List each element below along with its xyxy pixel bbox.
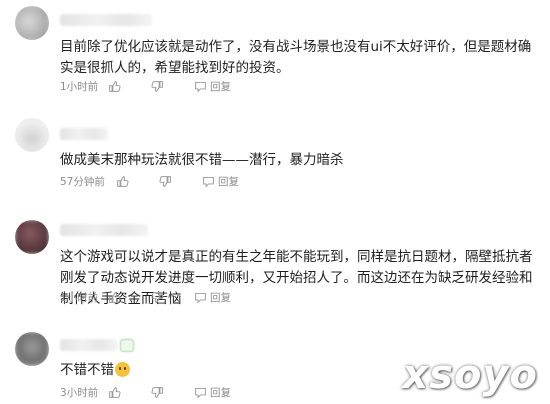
dislike-icon[interactable] <box>151 291 164 304</box>
reply-icon <box>194 291 207 304</box>
comment-meta: 1小时前 回复 <box>60 79 231 93</box>
comment-meta: 57分钟前 回复 <box>60 174 239 188</box>
comment-text: 目前除了优化应该就是动作了，没有战斗场景也没有ui不太好评价，但是题材确实是很抓… <box>60 39 532 76</box>
comment-text: 做成美末那种玩法就很不错——潜行，暴力暗杀 <box>60 152 344 168</box>
reply-label: 回复 <box>210 291 231 304</box>
reply-icon <box>202 175 215 188</box>
comment-item: 目前除了优化应该就是动作了，没有战斗场景也没有ui不太好评价，但是题材确实是很抓… <box>0 0 550 100</box>
dislike-icon[interactable] <box>159 175 172 188</box>
reply-button[interactable]: 回复 <box>194 385 231 400</box>
comment-text: 不错不错 <box>60 362 114 378</box>
like-icon[interactable] <box>116 175 129 188</box>
username-blurred[interactable] <box>60 14 152 26</box>
comment-time: 1小时前 <box>60 80 99 93</box>
username-blurred[interactable] <box>60 128 108 140</box>
comment-time: 1小时前 <box>60 291 99 304</box>
reply-icon <box>194 386 207 399</box>
avatar[interactable] <box>15 220 49 254</box>
watermark: xsoyo <box>402 352 538 398</box>
reply-label: 回复 <box>210 386 231 399</box>
avatar[interactable] <box>15 6 49 40</box>
comment-meta: 1小时前 回复 <box>60 290 231 304</box>
comment-time: 57分钟前 <box>60 175 105 188</box>
reply-button[interactable]: 回复 <box>194 290 231 305</box>
comment-item: 做成美末那种玩法就很不错——潜行，暴力暗杀 57分钟前 回复 <box>0 100 550 200</box>
username-blurred[interactable] <box>60 224 148 236</box>
dislike-icon[interactable] <box>151 80 164 93</box>
comment-meta: 3小时前 回复 <box>60 385 231 399</box>
comment-item: 这个游戏可以说才是真正的有生之年能不能玩到，同样是抗日题材，隔壁抵抗者刚发了动态… <box>0 200 550 312</box>
comment-time: 3小时前 <box>60 386 99 399</box>
avatar[interactable] <box>15 118 49 152</box>
reply-button[interactable]: 回复 <box>202 174 239 189</box>
username-blurred[interactable] <box>60 339 118 351</box>
grimace-emoji-icon <box>115 362 130 377</box>
reply-icon <box>194 80 207 93</box>
reply-button[interactable]: 回复 <box>194 79 231 94</box>
reply-label: 回复 <box>210 80 231 93</box>
like-icon[interactable] <box>108 80 121 93</box>
dislike-icon[interactable] <box>151 386 164 399</box>
like-icon[interactable] <box>108 291 121 304</box>
avatar[interactable] <box>15 332 49 366</box>
level-badge <box>120 339 134 352</box>
like-icon[interactable] <box>108 386 121 399</box>
reply-label: 回复 <box>218 175 239 188</box>
